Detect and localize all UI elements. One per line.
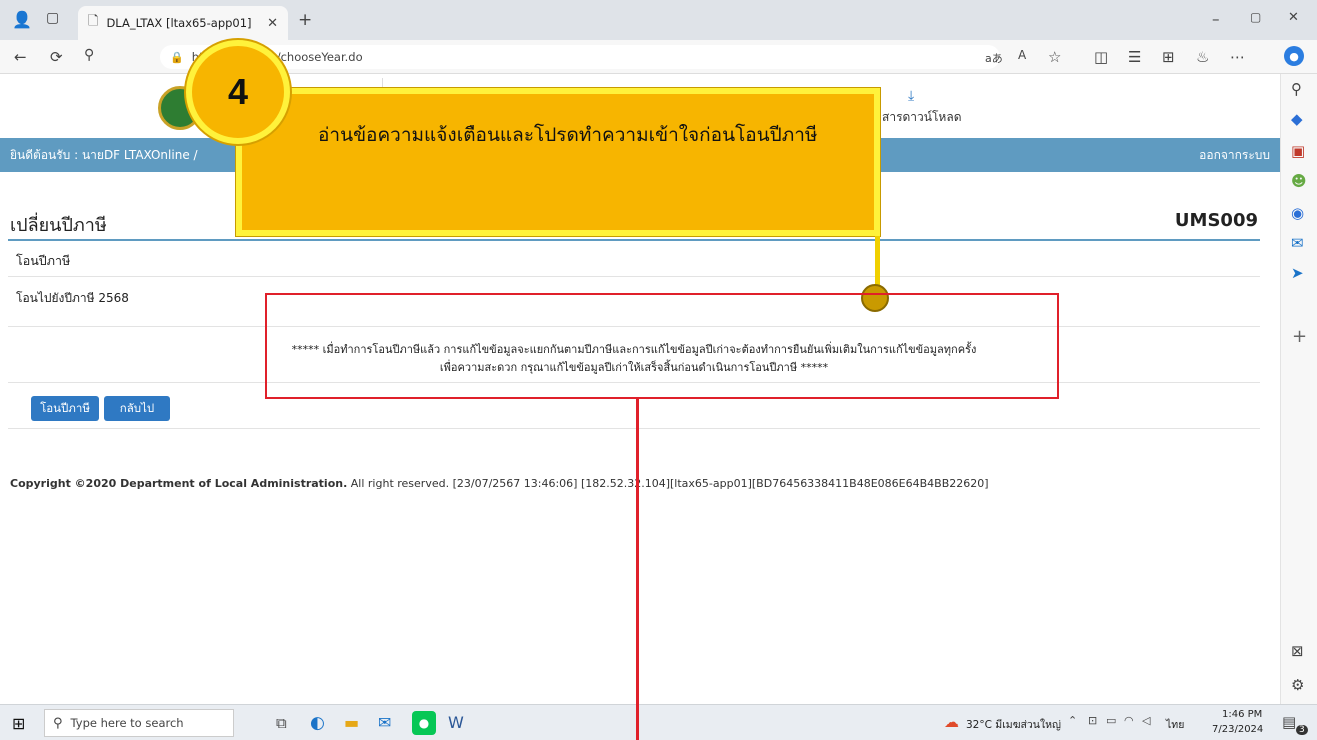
download-menu-item[interactable]: สารดาวน์โหลด — [882, 108, 961, 127]
more-icon[interactable]: ⋯ — [1230, 48, 1245, 66]
browser-tab[interactable]: 🗋 DLA_LTAX [ltax65-app01] ✕ — [78, 6, 288, 40]
copyright-org: Copyright ©2020 Department of Local Admi… — [10, 477, 348, 490]
tools-icon[interactable]: ▣ — [1291, 142, 1305, 160]
collections-icon[interactable]: ⊞ — [1162, 48, 1175, 66]
search-icon[interactable]: ⚲ — [1291, 80, 1302, 98]
search-icon[interactable]: ⚲ — [84, 47, 94, 63]
browser-window: 👤 ▢ 🗋 DLA_LTAX [ltax65-app01] ✕ + – ▢ ✕ … — [0, 0, 1317, 740]
title-bar: 👤 ▢ 🗋 DLA_LTAX [ltax65-app01] ✕ + – ▢ ✕ — [0, 0, 1317, 40]
outlook-icon[interactable]: ✉ — [1291, 234, 1304, 252]
tab-title: DLA_LTAX [ltax65-app01] — [106, 16, 252, 30]
close-tab-icon[interactable]: ✕ — [267, 16, 278, 31]
split-screen-icon[interactable]: ◫ — [1094, 48, 1108, 66]
clock-date[interactable]: 7/23/2024 — [1212, 724, 1263, 735]
notification-icon[interactable]: ▤ — [1282, 713, 1296, 731]
search-placeholder: Type here to search — [70, 716, 184, 730]
close-window-icon[interactable]: ✕ — [1288, 10, 1299, 25]
divider — [8, 428, 1260, 429]
weather-icon: ☁ — [944, 713, 959, 731]
weather-text[interactable]: 32°C มีเมฆส่วนใหญ่ — [966, 716, 1061, 733]
edge-sidebar: ⚲ ◆ ▣ ☻ ◉ ✉ ➤ + ⊠ ⚙ — [1280, 74, 1317, 704]
favorite-star-icon[interactable]: ☆ — [1048, 48, 1061, 66]
target-year-label: โอนไปยังปีภาษี 2568 — [16, 291, 129, 305]
profile-icon[interactable]: 👤 — [12, 10, 32, 29]
page-title: เปลี่ยนปีภาษี — [10, 215, 107, 236]
search-icon: ⚲ — [53, 715, 63, 731]
extension-icon[interactable]: ♨ — [1196, 48, 1209, 66]
volume-icon[interactable]: ◁ — [1142, 714, 1150, 727]
word-app-icon[interactable]: W — [448, 713, 464, 732]
mail-icon[interactable]: ✉ — [378, 713, 391, 732]
file-explorer-icon[interactable]: ▬ — [344, 713, 359, 732]
windows-taskbar: ⊞ ⚲ Type here to search ⧉ ◐ ▬ ✉ ● W ☁ 32… — [0, 704, 1317, 740]
settings-icon[interactable]: ⚙ — [1291, 676, 1304, 694]
edge-icon[interactable]: ◐ — [310, 713, 325, 733]
highlight-pointer-line — [636, 399, 639, 740]
refresh-icon[interactable]: ⟳ — [50, 48, 63, 66]
clock-time[interactable]: 1:46 PM — [1222, 709, 1262, 720]
task-view-icon[interactable]: ⧉ — [276, 714, 287, 732]
line-app-icon[interactable]: ● — [412, 711, 436, 735]
back-arrow-icon[interactable]: ← — [14, 48, 27, 66]
send-icon[interactable]: ➤ — [1291, 264, 1304, 282]
back-button[interactable]: กลับไป — [104, 396, 170, 421]
page-icon: 🗋 — [88, 14, 99, 29]
page-code: UMS009 — [1174, 210, 1258, 231]
section-label: โอนปีภาษี — [16, 253, 71, 268]
hide-sidebar-icon[interactable]: ⊠ — [1291, 642, 1304, 660]
transfer-year-button[interactable]: โอนปีภาษี — [31, 396, 99, 421]
wifi-icon[interactable]: ◠ — [1124, 714, 1134, 727]
shopping-tag-icon[interactable]: ◆ — [1291, 110, 1303, 128]
office-icon[interactable]: ◉ — [1291, 204, 1304, 222]
new-tab-icon[interactable]: + — [298, 10, 312, 30]
notification-count: 3 — [1296, 725, 1308, 735]
language-indicator[interactable]: ไทย — [1166, 716, 1184, 733]
copyright-details: All right reserved. [23/07/2567 13:46:06… — [347, 477, 989, 490]
read-aloud-icon[interactable]: aあ — [985, 50, 1003, 66]
add-icon[interactable]: + — [1292, 326, 1307, 347]
font-icon[interactable]: A — [1018, 48, 1026, 62]
tab-actions-icon[interactable]: ▢ — [46, 10, 59, 26]
url-field[interactable]: 🔒 https:// th/ums/chooseYear.do — [160, 45, 1000, 69]
logout-link[interactable]: ออกจากระบบ — [1199, 146, 1270, 165]
battery-icon[interactable]: ▭ — [1106, 714, 1116, 727]
people-icon[interactable]: ☻ — [1291, 172, 1307, 190]
copyright-footer: Copyright ©2020 Department of Local Admi… — [10, 477, 989, 490]
copilot-icon[interactable]: ● — [1284, 46, 1304, 66]
warning-highlight-box — [265, 293, 1059, 399]
title-underline — [8, 239, 1260, 241]
network-icon[interactable]: ⊡ — [1088, 714, 1097, 727]
restore-icon[interactable]: ▢ — [1250, 10, 1261, 24]
tutorial-callout: อ่านข้อความแจ้งเตือนและโปรดทำความเข้าใจก… — [236, 88, 880, 236]
lock-icon: 🔒 — [170, 50, 184, 64]
divider — [8, 276, 1260, 277]
step-number-badge: 4 — [186, 40, 290, 144]
favorites-icon[interactable]: ☰ — [1128, 48, 1141, 66]
download-icon: ⤓ — [908, 88, 915, 104]
chevron-up-icon[interactable]: ⌃ — [1068, 714, 1077, 727]
welcome-text: ยินดีต้อนรับ : นายDF LTAXOnline / — [10, 147, 198, 162]
minimize-icon[interactable]: – — [1212, 10, 1220, 28]
taskbar-search[interactable]: ⚲ Type here to search — [44, 709, 234, 737]
windows-start-icon[interactable]: ⊞ — [12, 714, 25, 733]
callout-text: อ่านข้อความแจ้งเตือนและโปรดทำความเข้าใจก… — [318, 124, 818, 146]
